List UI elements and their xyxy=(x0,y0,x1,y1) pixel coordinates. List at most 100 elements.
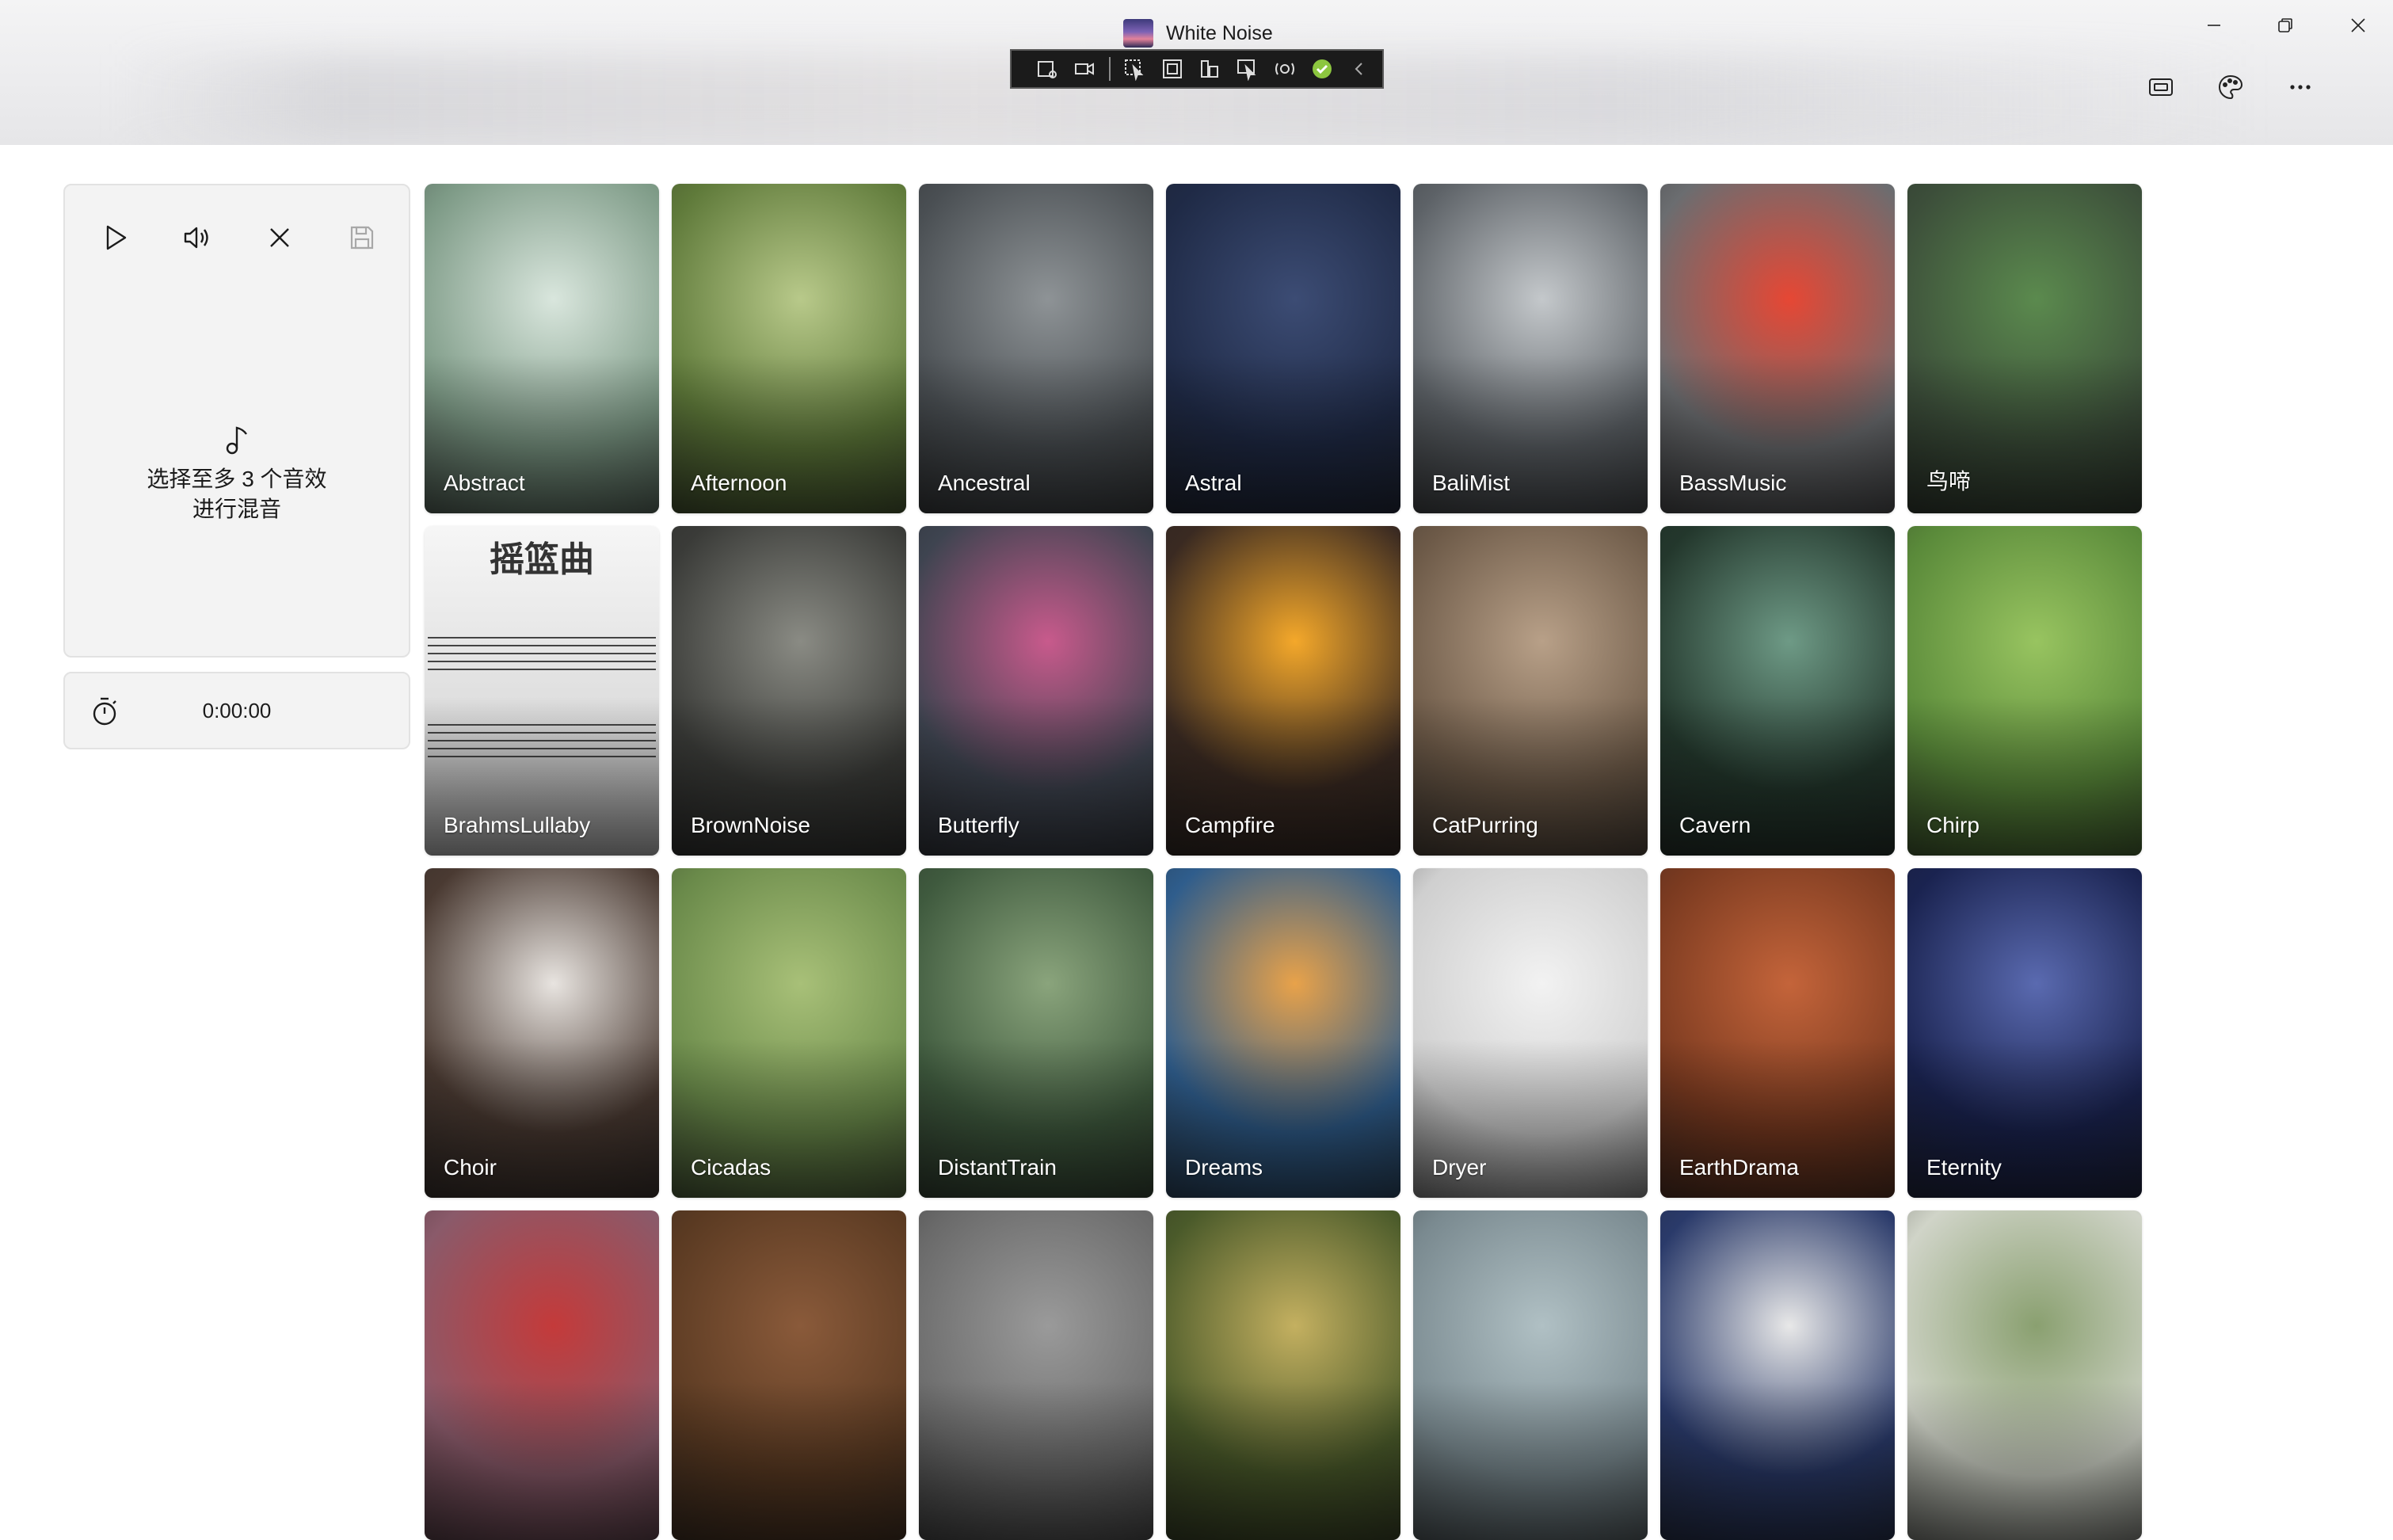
more-options-button[interactable] xyxy=(2277,68,2324,106)
sound-label: Cicadas xyxy=(691,1155,772,1180)
sound-tile[interactable]: Cavern xyxy=(1660,526,1895,856)
timer-panel[interactable]: 0:00:00 xyxy=(63,672,410,749)
save-mix-button[interactable] xyxy=(334,211,390,265)
mixer-panel: 选择至多 3 个音效 进行混音 xyxy=(63,184,410,658)
close-window-button[interactable] xyxy=(2323,8,2393,43)
play-button[interactable] xyxy=(87,211,143,265)
sound-tile[interactable]: Butterfly xyxy=(919,526,1153,856)
sound-label: Chirp xyxy=(1926,813,1980,837)
preview-selection-icon[interactable] xyxy=(1233,53,1262,85)
sound-tile[interactable]: Cicadas xyxy=(672,868,906,1198)
sound-tile[interactable] xyxy=(425,1210,659,1540)
restore-icon xyxy=(2278,18,2292,32)
sound-label: Abstract xyxy=(444,471,525,495)
sound-tile[interactable]: EarthDrama xyxy=(1660,868,1895,1198)
track-focused-element-icon[interactable] xyxy=(1195,53,1224,85)
sound-tile[interactable]: Dreams xyxy=(1166,868,1400,1198)
sound-label: BaliMist xyxy=(1432,471,1511,495)
mixer-hint-line1: 选择至多 3 个音效 xyxy=(147,467,327,491)
sound-tile[interactable]: 摇篮曲 BrahmsLullaby xyxy=(425,526,659,856)
mixer-empty-state: 选择至多 3 个音效 进行混音 xyxy=(65,423,409,524)
tile-shade xyxy=(1907,1382,2142,1540)
sound-tile[interactable]: Astral xyxy=(1166,184,1400,513)
hot-reload-status-icon[interactable] xyxy=(1307,53,1336,85)
volume-icon xyxy=(184,227,208,249)
clear-mix-button[interactable] xyxy=(252,211,307,265)
tile-shade xyxy=(425,1382,659,1540)
sound-label: CatPurring xyxy=(1432,813,1538,837)
sound-tile[interactable]: Chirp xyxy=(1907,526,2142,856)
sound-tile[interactable]: Campfire xyxy=(1166,526,1400,856)
sound-label: Cavern xyxy=(1679,813,1751,837)
timer-value: 0:00:00 xyxy=(202,698,272,722)
sound-tile[interactable] xyxy=(1166,1210,1400,1540)
sound-label: BassMusic xyxy=(1679,471,1787,495)
select-element-icon[interactable] xyxy=(1120,53,1149,85)
music-staff xyxy=(428,637,656,670)
debug-toolbar xyxy=(1010,49,1384,89)
sound-label: Ancestral xyxy=(938,471,1031,495)
mixer-hint-line2: 进行混音 xyxy=(192,497,281,521)
sound-tile[interactable]: Eternity xyxy=(1907,868,2142,1198)
sound-tile[interactable]: Ancestral xyxy=(919,184,1153,513)
sound-label: Dryer xyxy=(1432,1155,1487,1180)
sound-tile[interactable]: Abstract xyxy=(425,184,659,513)
play-icon xyxy=(106,225,127,250)
volume-button[interactable] xyxy=(170,211,225,265)
save-icon xyxy=(350,226,374,250)
sound-label: Dreams xyxy=(1185,1155,1263,1180)
theme-palette-icon xyxy=(2218,74,2243,100)
more-options-icon xyxy=(2290,85,2311,90)
minimize-icon xyxy=(2208,25,2220,26)
sound-tile[interactable] xyxy=(1413,1210,1648,1540)
sound-tile[interactable]: Afternoon xyxy=(672,184,906,513)
display-layout-adorners-icon[interactable] xyxy=(1157,53,1187,85)
sound-tile[interactable]: BrownNoise xyxy=(672,526,906,856)
title-bar: White Noise xyxy=(0,0,2393,145)
music-note-icon xyxy=(226,426,247,455)
sound-label: Campfire xyxy=(1185,813,1275,837)
toolbar-separator xyxy=(1108,57,1111,81)
app-title: White Noise xyxy=(1123,16,1273,51)
compact-overlay-icon xyxy=(2149,78,2173,96)
sound-tile[interactable]: DistantTrain xyxy=(919,868,1153,1198)
close-icon xyxy=(2351,18,2365,32)
minimize-button[interactable] xyxy=(2178,8,2250,43)
sound-label: Astral xyxy=(1185,471,1242,495)
tile-shade xyxy=(672,1382,906,1540)
sound-tile[interactable]: BassMusic xyxy=(1660,184,1895,513)
sound-label: DistantTrain xyxy=(938,1155,1057,1180)
sound-tile[interactable] xyxy=(1660,1210,1895,1540)
tile-shade xyxy=(1166,1382,1400,1540)
hot-reload-icon[interactable] xyxy=(1270,53,1299,85)
mixer-controls xyxy=(65,211,409,265)
sound-tile[interactable]: 鸟啼 xyxy=(1907,184,2142,513)
sound-label: EarthDrama xyxy=(1679,1155,1799,1180)
sound-tile[interactable]: Choir xyxy=(425,868,659,1198)
window-title: White Noise xyxy=(1166,21,1273,44)
compact-overlay-button[interactable] xyxy=(2137,68,2185,106)
sound-label: BrownNoise xyxy=(691,813,810,837)
restore-button[interactable] xyxy=(2250,8,2321,43)
sound-tile[interactable]: BaliMist xyxy=(1413,184,1648,513)
sound-tile[interactable]: Dryer xyxy=(1413,868,1648,1198)
tile-artwork-text: 摇篮曲 xyxy=(490,539,594,580)
record-icon[interactable] xyxy=(1069,53,1099,85)
tile-shade xyxy=(1660,1382,1895,1540)
sound-label: Choir xyxy=(444,1155,497,1180)
sound-tile[interactable]: CatPurring xyxy=(1413,526,1648,856)
sound-tile[interactable] xyxy=(919,1210,1153,1540)
sound-label: 鸟啼 xyxy=(1926,469,1972,494)
clear-icon xyxy=(270,228,289,247)
live-visual-tree-icon[interactable] xyxy=(1032,53,1061,85)
sound-tile[interactable] xyxy=(672,1210,906,1540)
collapse-toolbar-icon[interactable] xyxy=(1345,53,1374,85)
sound-label: BrahmsLullaby xyxy=(444,813,591,837)
sound-tile[interactable] xyxy=(1907,1210,2142,1540)
theme-button[interactable] xyxy=(2207,68,2254,106)
sound-label: Afternoon xyxy=(691,471,787,495)
sound-label: Eternity xyxy=(1926,1155,2002,1180)
tile-shade xyxy=(1413,1382,1648,1540)
app-icon xyxy=(1123,19,1153,48)
tile-shade xyxy=(919,1382,1153,1540)
